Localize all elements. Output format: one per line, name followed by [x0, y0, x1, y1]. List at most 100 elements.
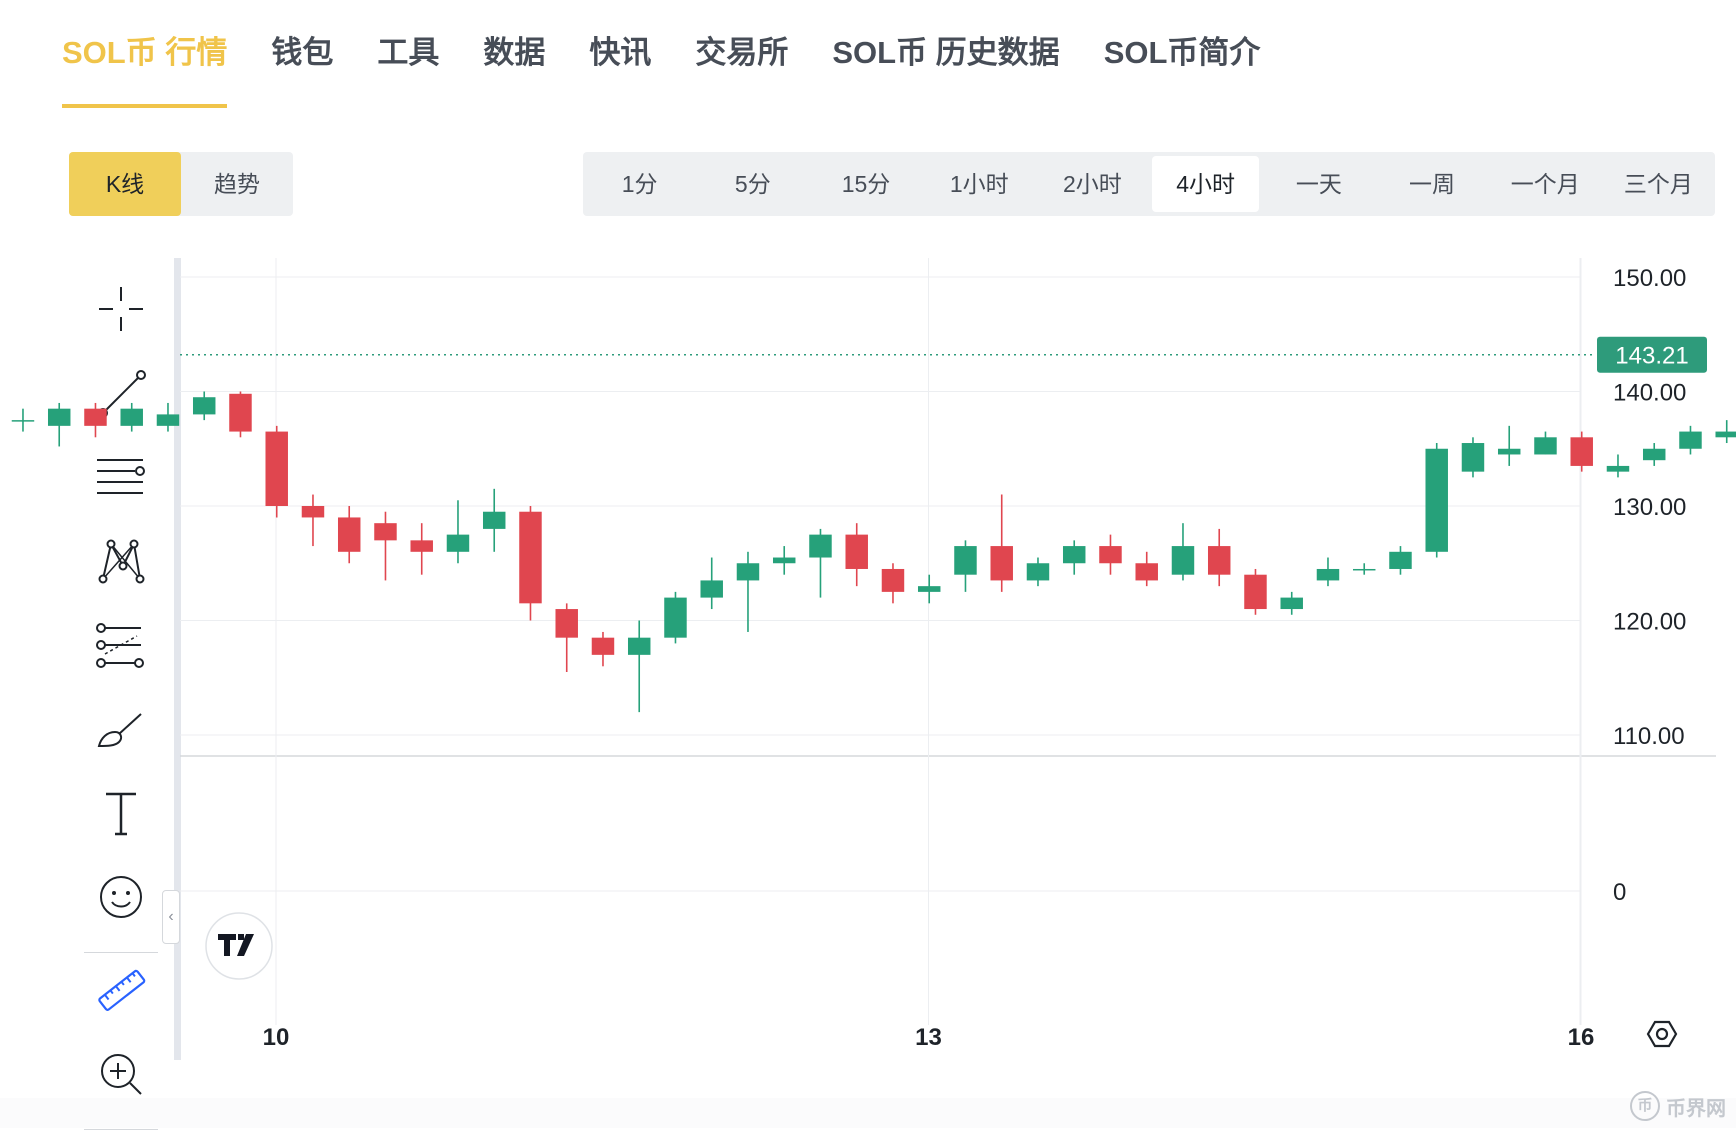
candle-body [337, 517, 361, 552]
candle [1606, 454, 1630, 478]
candle-body [1207, 546, 1231, 575]
toolbar-divider [84, 1129, 158, 1130]
watermark-text: 币界网 [1666, 1097, 1726, 1120]
candle-body [1715, 431, 1736, 438]
candle-body [1497, 448, 1521, 455]
candle [1099, 534, 1122, 575]
candle-body [881, 568, 905, 592]
candle [917, 574, 941, 604]
candle [736, 551, 760, 632]
candle [627, 620, 651, 713]
candle-body [120, 408, 143, 426]
candle-body [954, 546, 977, 575]
candle [1244, 568, 1267, 615]
candle-body [1352, 568, 1376, 571]
candle [772, 546, 796, 575]
candle-body [664, 597, 687, 638]
candle [1715, 420, 1736, 444]
candle-body [446, 534, 470, 552]
candle [120, 402, 143, 432]
candle [519, 506, 542, 621]
last-price-label: 143.21 [1615, 343, 1688, 370]
candle-body [736, 563, 760, 581]
candle [410, 523, 433, 575]
candle [1679, 425, 1702, 455]
page-footer [0, 1098, 1736, 1128]
candle-body [265, 431, 288, 506]
candle-body [700, 580, 723, 598]
candle [1207, 528, 1231, 587]
candle [1425, 443, 1448, 558]
candle [374, 511, 397, 581]
y-tick-label: 130.00 [1613, 494, 1686, 521]
candle-body [1026, 563, 1050, 581]
candle-body [1389, 551, 1412, 569]
watermark-logo-icon: 币 [1630, 1091, 1660, 1121]
candle [664, 591, 687, 644]
candle-body [1534, 437, 1557, 455]
candle [591, 631, 615, 667]
candle-body [917, 586, 941, 592]
candle [1135, 551, 1158, 587]
candle-body [1679, 431, 1702, 449]
volume-axis-label: 0 [1613, 879, 1626, 906]
settings-icon[interactable] [1646, 1020, 1678, 1048]
candle-body [1461, 443, 1485, 472]
candle-body [1099, 546, 1122, 564]
candle [954, 540, 977, 592]
x-tick-label: 10 [263, 1024, 290, 1051]
y-tick-label: 110.00 [1613, 723, 1685, 750]
candle-body [555, 609, 578, 638]
candle [84, 402, 107, 438]
candle [1316, 557, 1340, 587]
candle [229, 391, 252, 438]
candle [1389, 546, 1412, 575]
watermark: 币 币界网 [1630, 1088, 1736, 1124]
candlestick-chart[interactable]: 150.00140.00130.00120.00110.000101316192… [0, 0, 1736, 1128]
candle-body [1244, 574, 1267, 610]
candle [156, 402, 180, 432]
candle [845, 523, 868, 587]
candle-body [1570, 437, 1593, 466]
candle [1171, 523, 1195, 581]
candle [192, 391, 216, 421]
candle [1280, 591, 1303, 615]
x-tick-label: 13 [915, 1024, 942, 1051]
candle-body [11, 420, 35, 422]
candle-body [1606, 465, 1630, 472]
candle [1026, 557, 1050, 587]
candle-body [482, 511, 506, 529]
candle [265, 425, 288, 518]
candle-body [1316, 568, 1340, 581]
candle [482, 488, 506, 552]
candle [1570, 431, 1593, 472]
candle-body [1642, 448, 1666, 461]
candle [301, 494, 325, 547]
candle-body [591, 637, 615, 655]
candle-body [156, 414, 180, 426]
candle-body [84, 408, 107, 426]
candle [700, 557, 723, 610]
candle-body [1062, 546, 1086, 564]
candle-body [1135, 563, 1158, 581]
candle [1352, 563, 1376, 575]
candle-body [519, 511, 542, 604]
candle-body [301, 506, 325, 518]
candle [1062, 540, 1086, 575]
candle-body [1425, 448, 1448, 552]
candle-body [410, 540, 433, 552]
tradingview-logo-icon[interactable] [205, 912, 273, 980]
candle [446, 500, 470, 564]
y-tick-label: 150.00 [1613, 265, 1686, 292]
candle [555, 603, 578, 673]
candle [1461, 437, 1485, 478]
candle-body [229, 393, 252, 432]
candle-body [1171, 546, 1195, 575]
y-tick-label: 120.00 [1613, 609, 1686, 636]
candle-body [809, 534, 832, 558]
candle [1534, 431, 1557, 455]
candle-body [845, 534, 868, 569]
candle [1642, 443, 1666, 466]
candle-body [990, 546, 1013, 581]
candle [47, 402, 71, 447]
